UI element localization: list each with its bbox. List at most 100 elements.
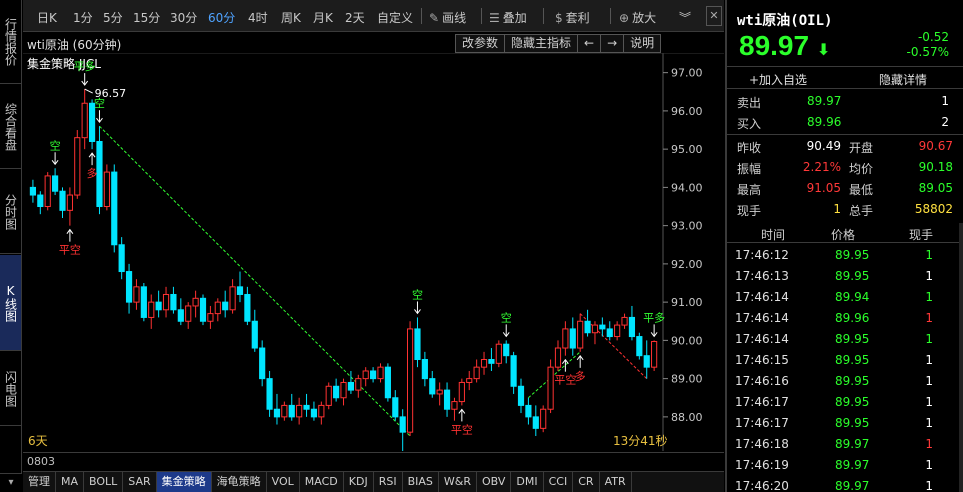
toolbar-more-icon[interactable]: ︾ <box>679 9 691 26</box>
candle-body <box>192 297 199 307</box>
indicator-tab[interactable]: ATR <box>600 472 632 492</box>
vtab-kline[interactable]: K线图 <box>0 255 21 351</box>
hide-main-indicator-button[interactable]: 隐藏主指标 <box>505 35 579 52</box>
buy-label: 买入 <box>737 117 762 131</box>
indicator-tab[interactable]: VOL <box>267 472 300 492</box>
hide-details-button[interactable]: 隐藏详情 <box>879 71 927 88</box>
candle-body <box>281 404 288 418</box>
period-5m[interactable]: 5分 <box>103 9 123 26</box>
total-vol-label: 总手 <box>849 204 874 218</box>
cur-vol-label: 现手 <box>737 204 762 218</box>
indicator-tab[interactable]: CCI <box>544 472 574 492</box>
close-icon[interactable]: ✕ <box>706 6 722 26</box>
candle-body <box>569 328 576 349</box>
indicator-tab[interactable]: MACD <box>300 472 344 492</box>
indicator-tab[interactable]: SAR <box>123 472 157 492</box>
y-tick-label: 93.00 <box>671 220 703 233</box>
candle-body <box>525 404 532 418</box>
arbitrage-button[interactable]: $ 套利 <box>555 9 590 26</box>
candle-body <box>399 416 406 433</box>
indicator-tab[interactable]: 管理 <box>23 472 56 492</box>
indicator-tab[interactable]: OBV <box>477 472 512 492</box>
overlay-button[interactable]: ☰ 叠加 <box>489 9 527 26</box>
indicator-tab[interactable]: 集金策略 <box>156 472 212 492</box>
tick-volume: 1 <box>925 479 933 492</box>
tick-row: 17:46:17 89.95 1 <box>727 413 963 434</box>
candle-body <box>384 366 391 399</box>
indicator-tab[interactable]: KDJ <box>344 472 374 492</box>
signal-label: 空 <box>412 287 423 301</box>
candle-body <box>251 320 258 349</box>
period-month[interactable]: 月K <box>313 9 333 26</box>
vtab-overview[interactable]: 综合看盘 <box>0 85 21 169</box>
candle-body <box>347 381 355 391</box>
add-watchlist-button[interactable]: +加入自选 <box>749 71 807 88</box>
vtab-flash[interactable]: 闪电图 <box>0 352 21 426</box>
candle-body <box>66 194 73 211</box>
candlestick-chart[interactable]: 97.00 96.00 95.00 94.00 93.00 92.00 91.00 90.00… <box>23 53 724 451</box>
candle-body <box>473 366 480 380</box>
draw-line-button[interactable]: ✎ 画线 <box>429 9 466 26</box>
vtab-timeshare[interactable]: 分时图 <box>0 170 21 254</box>
tick-time: 17:46:20 <box>735 479 789 492</box>
period-day[interactable]: 日K <box>37 9 57 26</box>
toolbar-separator <box>421 8 422 24</box>
candle-body <box>52 175 59 192</box>
tick-time: 17:46:16 <box>735 374 789 388</box>
indicator-tab[interactable]: BIAS <box>403 472 439 492</box>
signal-label: 空 <box>94 96 105 110</box>
period-4h[interactable]: 4时 <box>248 9 268 26</box>
candle-body <box>44 175 51 208</box>
candle-body <box>340 381 347 399</box>
indicator-tab[interactable]: W&R <box>439 472 477 492</box>
indicator-tab[interactable]: MA <box>56 472 85 492</box>
candle-body <box>125 271 133 303</box>
candle-body <box>318 404 325 418</box>
zoom-button[interactable]: ⊕ 放大 <box>619 9 656 26</box>
y-tick-label: 89.00 <box>671 373 703 386</box>
candle-body <box>259 347 266 380</box>
scroll-right-button[interactable]: → <box>601 35 625 52</box>
sell-label: 卖出 <box>737 96 762 110</box>
indicator-tab[interactable]: CR <box>573 472 600 492</box>
indicator-tab[interactable]: DMI <box>511 472 544 492</box>
tick-time: 17:46:17 <box>735 416 789 430</box>
indicator-tab[interactable]: RSI <box>374 472 403 492</box>
candle-body <box>236 286 244 295</box>
open-value: 90.67 <box>918 139 953 153</box>
tick-row: 17:46:12 89.95 1 <box>727 245 963 266</box>
high-marker-line <box>84 88 93 94</box>
toolbar-separator <box>481 8 482 24</box>
period-week[interactable]: 周K <box>281 9 301 26</box>
candle-body <box>532 416 539 429</box>
quote-actions: +加入自选 隐藏详情 <box>727 66 963 89</box>
candle-body <box>547 366 554 410</box>
zoom-label: 放大 <box>632 11 657 25</box>
vtab-quotes[interactable]: 行情报价 <box>0 0 21 84</box>
help-button[interactable]: 说明 <box>624 35 660 52</box>
period-1m[interactable]: 1分 <box>73 9 93 26</box>
chart-title: wti原油 (60分钟) <box>27 38 122 52</box>
period-custom[interactable]: 自定义 <box>377 9 413 26</box>
tick-volume: 1 <box>925 248 933 262</box>
period-30m[interactable]: 30分 <box>170 9 197 26</box>
period-15m[interactable]: 15分 <box>133 9 160 26</box>
indicator-tab[interactable]: 海龟策略 <box>212 472 267 492</box>
corner-arrow-icon[interactable]: ▾ <box>0 473 22 492</box>
zoom-icon: ⊕ <box>619 11 630 25</box>
tick-price: 89.95 <box>835 416 870 430</box>
scroll-left-button[interactable]: ← <box>578 35 602 52</box>
indicator-tab[interactable]: BOLL <box>84 472 124 492</box>
candle-body <box>155 301 162 311</box>
ticks-scrollbar[interactable] <box>959 223 963 492</box>
candle-body <box>495 343 502 364</box>
edit-params-button[interactable]: 改参数 <box>456 35 506 52</box>
prev-close-value: 90.49 <box>806 139 841 153</box>
period-60m[interactable]: 60分 <box>208 9 235 26</box>
tick-volume: 1 <box>925 269 933 283</box>
candle-body <box>296 404 303 418</box>
price-change-pct: -0.57% <box>906 45 949 59</box>
stats-row-3: 最高 91.05 最低 89.05 <box>727 178 963 199</box>
period-2day[interactable]: 2天 <box>345 9 365 26</box>
tick-time: 17:46:17 <box>735 395 789 409</box>
